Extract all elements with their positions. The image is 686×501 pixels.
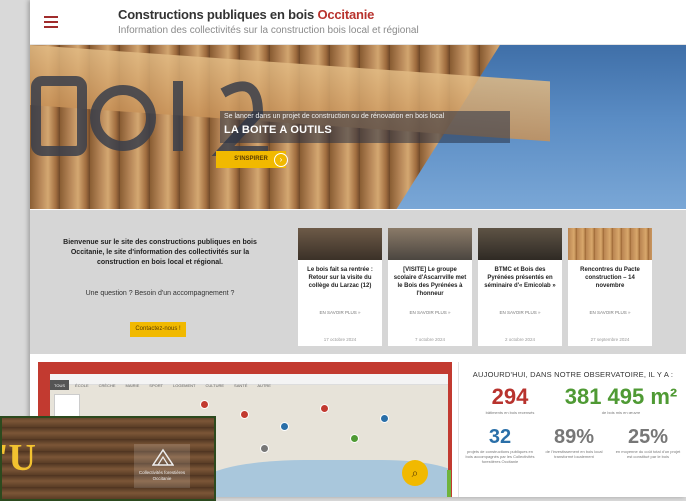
stat-label: en moyenne du coût total d'un projet est… [615, 449, 681, 459]
inset-photo: 'U Collectivités forestières Occitanie [0, 416, 216, 501]
read-more-link[interactable]: EN SAVOIR PLUS » [568, 310, 652, 315]
stat-local-investment: 89% de l'investissement en bois local tr… [539, 426, 609, 459]
news-date: 2 octobre 2024 [504, 337, 536, 342]
read-more-link[interactable]: EN SAVOIR PLUS » [298, 310, 382, 315]
news-thumbnail [478, 228, 562, 260]
news-date: 27 septembre 2024 [590, 337, 630, 342]
collectivites-logo-icon [152, 448, 174, 466]
map-marker[interactable] [240, 410, 249, 419]
news-title[interactable]: Rencontres du Pacte construction – 14 no… [568, 260, 652, 308]
news-card[interactable]: BTMC et Bois des Pyrénées présentés en s… [478, 228, 562, 346]
map-accent-strip [447, 470, 451, 497]
read-more-link[interactable]: EN SAVOIR PLUS » [478, 310, 562, 315]
site-header: Constructions publiques en bois Occitani… [30, 0, 686, 45]
inset-logo-caption: Collectivités forestières Occitanie [138, 470, 186, 481]
welcome-text: Bienvenue sur le site des constructions … [63, 239, 257, 266]
news-thumbnail [568, 228, 652, 260]
map-marker[interactable] [200, 400, 209, 409]
stat-label: projets de constructions publiques en bo… [465, 449, 535, 464]
map-tab[interactable]: SANTÉ [230, 380, 251, 390]
stats-title: AUJOURD'HUI, DANS NOTRE OBSERVATOIRE, IL… [472, 370, 674, 379]
hero-banner: Se lancer dans un projet de construction… [30, 45, 686, 209]
stat-buildings: 294 bâtiments en bois recensés [465, 384, 555, 415]
map-tab[interactable]: AUTRE [253, 380, 275, 390]
map-tab[interactable]: MAIRIE [122, 380, 144, 390]
stat-wood-cost-share: 25% en moyenne du coût total d'un projet… [613, 426, 683, 459]
map-marker[interactable] [280, 422, 289, 431]
news-card[interactable]: Le bois fait sa rentrée : Retour sur la … [298, 228, 382, 346]
map-tab[interactable]: CRÈCHE [95, 380, 120, 390]
news-card[interactable]: [VISITE] Le groupe scolaire d'Ascarrvill… [388, 228, 472, 346]
map-marker[interactable] [320, 404, 329, 413]
site-title-accent: Occitanie [317, 7, 375, 22]
site-title[interactable]: Constructions publiques en bois Occitani… [118, 7, 374, 22]
stat-value: 25% [627, 426, 669, 448]
stat-wood-volume: 381 495 m² de bois mis en œuvre [559, 384, 683, 415]
stat-value: 32 [488, 426, 512, 448]
stat-value: 294 [491, 384, 529, 409]
news-thumbnail [298, 228, 382, 260]
map-tab[interactable]: LOGEMENT [169, 380, 199, 390]
map-marker[interactable] [260, 444, 269, 453]
stat-label: bâtiments en bois recensés [485, 410, 535, 415]
stat-projects: 32 projets de constructions publiques en… [465, 426, 535, 464]
news-card[interactable]: Rencontres du Pacte construction – 14 no… [568, 228, 652, 346]
stat-value: 89% [553, 426, 595, 448]
contact-button[interactable]: Contactez-nous ! [130, 322, 186, 337]
search-map-icon[interactable]: ⌕ [402, 460, 428, 486]
map-tab[interactable]: ÉCOLE [71, 380, 93, 390]
stat-label: de bois mis en œuvre [601, 410, 641, 415]
map-marker[interactable] [380, 414, 389, 423]
news-date: 7 octobre 2024 [414, 337, 446, 342]
menu-icon[interactable] [44, 16, 58, 28]
hero-title: LA BOITE A OUTILS [224, 124, 332, 136]
news-title[interactable]: [VISITE] Le groupe scolaire d'Ascarrvill… [388, 260, 472, 308]
news-title[interactable]: Le bois fait sa rentrée : Retour sur la … [298, 260, 382, 308]
map-marker[interactable] [350, 434, 359, 443]
read-more-link[interactable]: EN SAVOIR PLUS » [388, 310, 472, 315]
welcome-section: Bienvenue sur le site des constructions … [30, 210, 686, 354]
arrow-right-icon[interactable]: › [274, 153, 288, 167]
map-tab[interactable]: SPORT [145, 380, 167, 390]
hero-kicker: Se lancer dans un projet de construction… [224, 113, 445, 120]
stat-value: 381 495 m² [564, 384, 678, 409]
news-thumbnail [388, 228, 472, 260]
news-title[interactable]: BTMC et Bois des Pyrénées présentés en s… [478, 260, 562, 308]
map-tab[interactable]: TOUS [50, 380, 70, 390]
help-question: Une question ? Besoin d'un accompagnemen… [85, 290, 235, 297]
site-subtitle: Information des collectivités sur la con… [118, 25, 419, 36]
site-title-main: Constructions publiques en bois [118, 7, 318, 22]
observatory-stats: AUJOURD'HUI, DANS NOTRE OBSERVATOIRE, IL… [458, 362, 686, 497]
inset-lettering: 'U [0, 437, 36, 479]
stat-label: de l'investissement en bois local transf… [545, 449, 603, 459]
map-filter-tabs: TOUS ÉCOLE CRÈCHE MAIRIE SPORT LOGEMENT CULTUR… [50, 374, 448, 390]
news-date: 17 octobre 2024 [323, 337, 357, 342]
map-tab[interactable]: CULTURE [201, 380, 228, 390]
